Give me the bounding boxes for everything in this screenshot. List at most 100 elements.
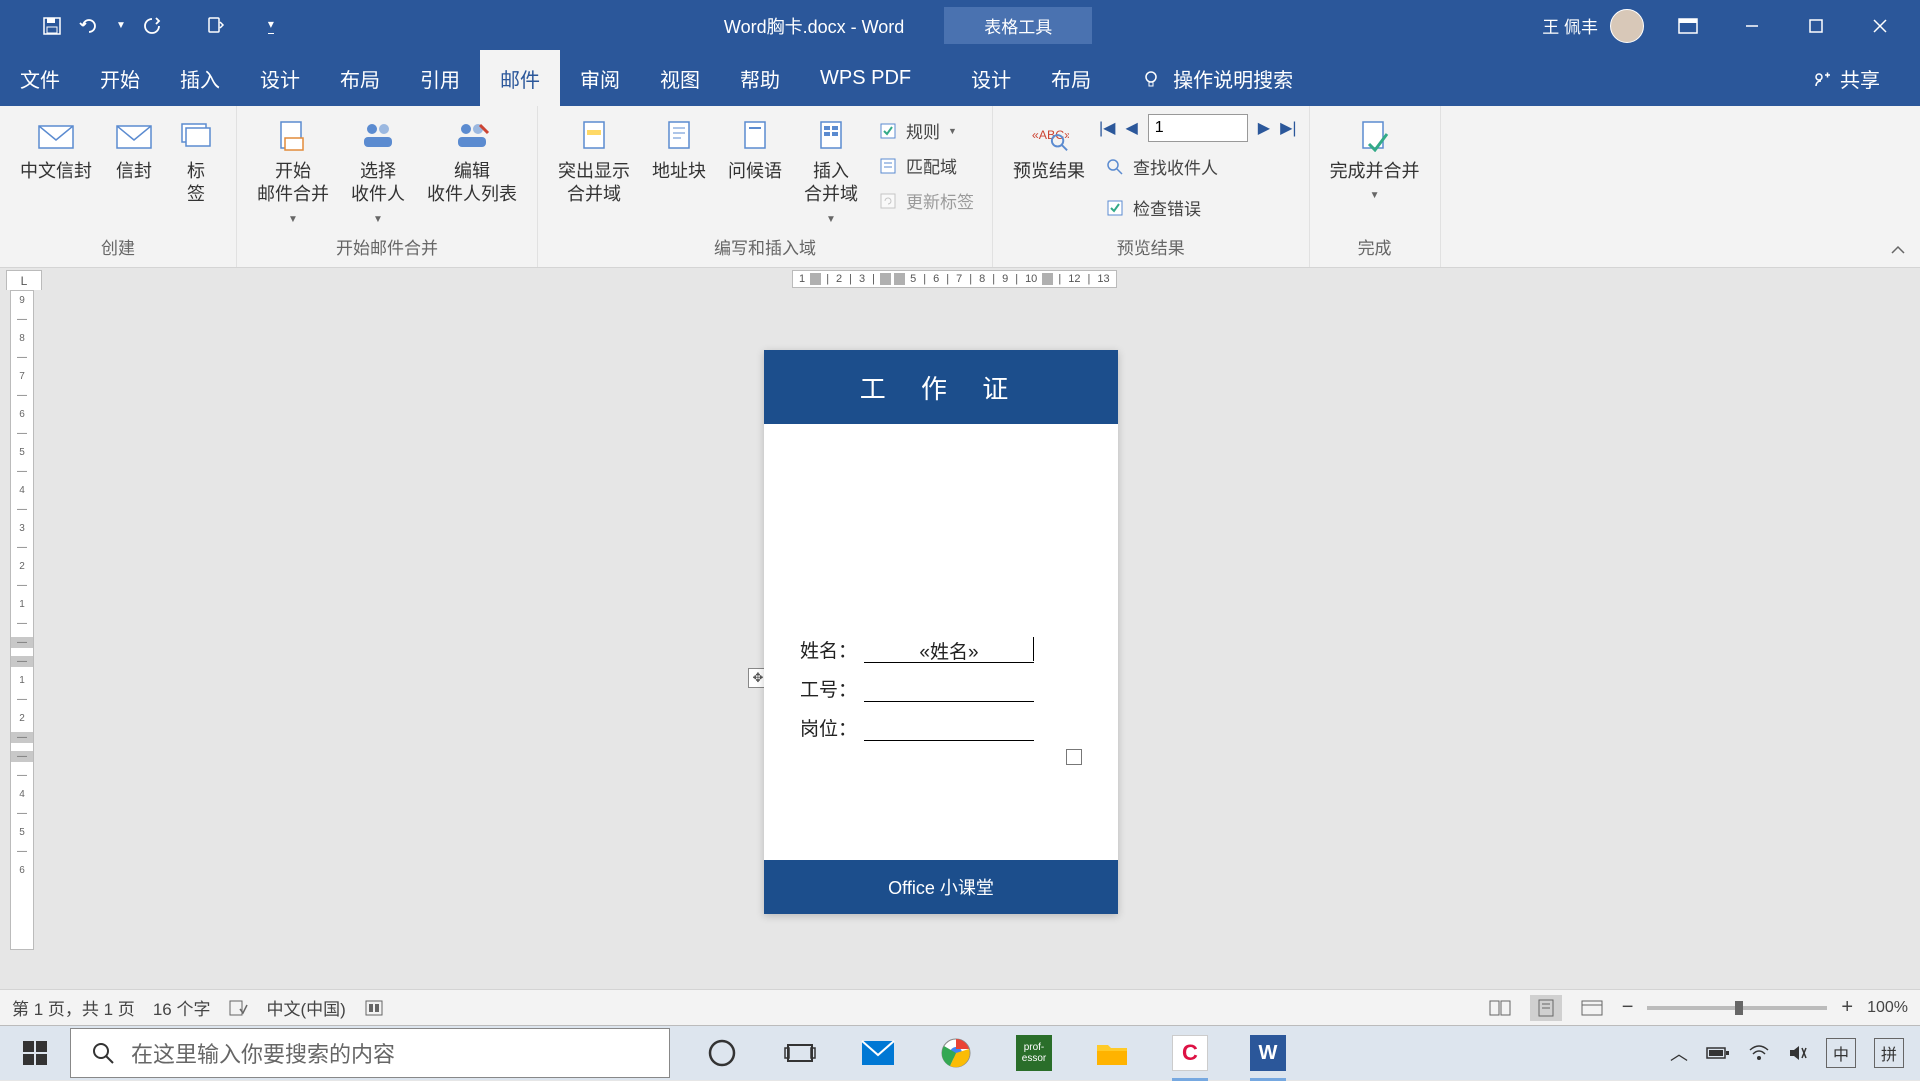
find-recipient-button[interactable]: 查找收件人 bbox=[1099, 150, 1297, 183]
tab-view[interactable]: 视图 bbox=[640, 50, 720, 107]
start-mail-merge-button[interactable]: 开始 邮件合并 ▼ bbox=[249, 114, 337, 230]
edit-recipients-button[interactable]: 编辑 收件人列表 bbox=[419, 114, 525, 211]
macro-icon[interactable] bbox=[364, 999, 384, 1017]
chevron-down-icon: ▼ bbox=[1370, 189, 1380, 202]
tab-references[interactable]: 引用 bbox=[400, 50, 480, 107]
spellcheck-icon[interactable] bbox=[228, 999, 248, 1017]
search-icon bbox=[91, 1041, 115, 1065]
group-write-fields: 突出显示 合并域 地址块 问候语 插入 合并域 ▼ 规则 ▼ bbox=[538, 106, 993, 267]
tab-file[interactable]: 文件 bbox=[0, 50, 80, 107]
tray-overflow-icon[interactable]: ︿ bbox=[1670, 1040, 1688, 1066]
last-record-button[interactable]: ▶| bbox=[1280, 118, 1296, 138]
redo-button[interactable] bbox=[140, 14, 164, 38]
minimize-button[interactable] bbox=[1732, 6, 1772, 46]
zoom-thumb[interactable] bbox=[1735, 1001, 1743, 1015]
touch-mode-button[interactable] bbox=[204, 14, 228, 38]
tab-home[interactable]: 开始 bbox=[80, 50, 160, 107]
undo-dropdown-icon[interactable]: ▼ bbox=[116, 20, 126, 31]
tab-selector[interactable]: L bbox=[6, 270, 42, 292]
field-icon bbox=[811, 118, 851, 154]
tab-review[interactable]: 审阅 bbox=[560, 50, 640, 107]
professor-app-icon[interactable]: prof-essor bbox=[1012, 1031, 1056, 1075]
tab-layout[interactable]: 布局 bbox=[320, 50, 400, 107]
read-mode-button[interactable] bbox=[1484, 995, 1516, 1021]
tab-design[interactable]: 设计 bbox=[240, 50, 320, 107]
select-recipients-button[interactable]: 选择 收件人 ▼ bbox=[343, 114, 413, 230]
word-app-icon[interactable]: W bbox=[1246, 1031, 1290, 1075]
document-canvas[interactable]: 9—8—7—6—5—4—3—2—1— ——1—2———4—5—6 ✥ I 工 作… bbox=[0, 290, 1920, 950]
greeting-line-button[interactable]: 问候语 bbox=[720, 114, 790, 187]
vertical-ruler[interactable]: 9—8—7—6—5—4—3—2—1— ——1—2———4—5—6 bbox=[10, 290, 34, 950]
record-nav: |◀ ◀ ▶ ▶| bbox=[1099, 114, 1297, 142]
language-indicator[interactable]: 中文(中国) bbox=[266, 995, 345, 1020]
start-button[interactable] bbox=[0, 1026, 70, 1081]
maximize-button[interactable] bbox=[1796, 6, 1836, 46]
collapse-ribbon-button[interactable] bbox=[1890, 245, 1906, 257]
labels-button[interactable]: 标 签 bbox=[168, 114, 224, 211]
cn-envelope-button[interactable]: 中文信封 bbox=[12, 114, 100, 187]
taskbar-apps: prof-essor C W bbox=[700, 1031, 1290, 1075]
table-tools-label: 表格工具 bbox=[944, 7, 1092, 44]
id-value[interactable] bbox=[864, 676, 1034, 702]
mail-app-icon[interactable] bbox=[856, 1031, 900, 1075]
volume-icon[interactable] bbox=[1788, 1044, 1808, 1062]
tab-mailings[interactable]: 邮件 bbox=[480, 50, 560, 107]
envelope-button[interactable]: 信封 bbox=[106, 114, 162, 187]
document-page[interactable]: 工 作 证 姓名： «姓名» 工号： 岗位： Office 小课堂 bbox=[764, 350, 1118, 914]
print-layout-button[interactable] bbox=[1530, 995, 1562, 1021]
insert-merge-field-button[interactable]: 插入 合并域 ▼ bbox=[796, 114, 866, 230]
address-block-button[interactable]: 地址块 bbox=[644, 114, 714, 187]
name-value[interactable]: «姓名» bbox=[864, 637, 1034, 663]
word-count[interactable]: 16 个字 bbox=[153, 995, 211, 1020]
zoom-out-button[interactable]: − bbox=[1622, 996, 1634, 1019]
share-icon bbox=[1812, 69, 1832, 89]
match-fields-button[interactable]: 匹配域 bbox=[872, 149, 980, 182]
check-errors-button[interactable]: 检查错误 bbox=[1099, 191, 1297, 224]
finish-merge-button[interactable]: 完成并合并 ▼ bbox=[1322, 114, 1428, 206]
preview-results-button[interactable]: «ABC» 预览结果 bbox=[1005, 114, 1093, 187]
prev-record-button[interactable]: ◀ bbox=[1125, 118, 1137, 138]
battery-icon[interactable] bbox=[1706, 1045, 1730, 1061]
horizontal-ruler[interactable]: 1 |2|3| 5|6|7|8|9|10 |12|13 bbox=[792, 270, 1117, 288]
group-preview-label: 预览结果 bbox=[1005, 230, 1297, 263]
web-layout-button[interactable] bbox=[1576, 995, 1608, 1021]
ribbon-display-button[interactable] bbox=[1668, 6, 1708, 46]
highlight-fields-button[interactable]: 突出显示 合并域 bbox=[550, 114, 638, 211]
file-explorer-icon[interactable] bbox=[1090, 1031, 1134, 1075]
tab-wpspdf[interactable]: WPS PDF bbox=[800, 53, 931, 104]
ime-lang-indicator[interactable]: 中 bbox=[1826, 1038, 1856, 1068]
system-tray: ︿ 中 拼 bbox=[1670, 1038, 1920, 1068]
tab-insert[interactable]: 插入 bbox=[160, 50, 240, 107]
close-button[interactable] bbox=[1860, 6, 1900, 46]
chrome-icon[interactable] bbox=[934, 1031, 978, 1075]
zoom-in-button[interactable]: + bbox=[1841, 996, 1853, 1019]
tab-table-design[interactable]: 设计 bbox=[951, 50, 1031, 107]
user-account[interactable]: 王 佩丰 bbox=[1542, 9, 1644, 43]
undo-button[interactable] bbox=[78, 14, 102, 38]
record-number-input[interactable] bbox=[1148, 114, 1248, 142]
cell-resize-handle[interactable] bbox=[1066, 749, 1082, 765]
share-button[interactable]: 共享 bbox=[1812, 64, 1920, 93]
zoom-slider[interactable] bbox=[1647, 1006, 1827, 1010]
rules-button[interactable]: 规则 ▼ bbox=[872, 114, 980, 147]
wifi-icon[interactable] bbox=[1748, 1044, 1770, 1062]
camtasia-icon[interactable]: C bbox=[1168, 1031, 1212, 1075]
tab-table-layout[interactable]: 布局 bbox=[1031, 50, 1111, 107]
task-view-icon[interactable] bbox=[778, 1031, 822, 1075]
group-write-label: 编写和插入域 bbox=[550, 230, 980, 263]
tell-me-search[interactable]: 操作说明搜索 bbox=[1141, 64, 1293, 93]
greeting-icon bbox=[735, 118, 775, 154]
save-button[interactable] bbox=[40, 14, 64, 38]
zoom-percent[interactable]: 100% bbox=[1867, 999, 1908, 1017]
ime-mode-indicator[interactable]: 拼 bbox=[1874, 1038, 1904, 1068]
envelope-icon bbox=[114, 118, 154, 154]
cortana-icon[interactable] bbox=[700, 1031, 744, 1075]
page-count[interactable]: 第 1 页，共 1 页 bbox=[12, 995, 135, 1020]
post-value[interactable] bbox=[864, 715, 1034, 741]
check-icon bbox=[1105, 198, 1125, 218]
tab-help[interactable]: 帮助 bbox=[720, 50, 800, 107]
taskbar-search[interactable]: 在这里输入你要搜索的内容 bbox=[70, 1028, 670, 1078]
first-record-button[interactable]: |◀ bbox=[1099, 118, 1115, 138]
next-record-button[interactable]: ▶ bbox=[1258, 118, 1270, 138]
name-label: 姓名： bbox=[800, 636, 864, 663]
